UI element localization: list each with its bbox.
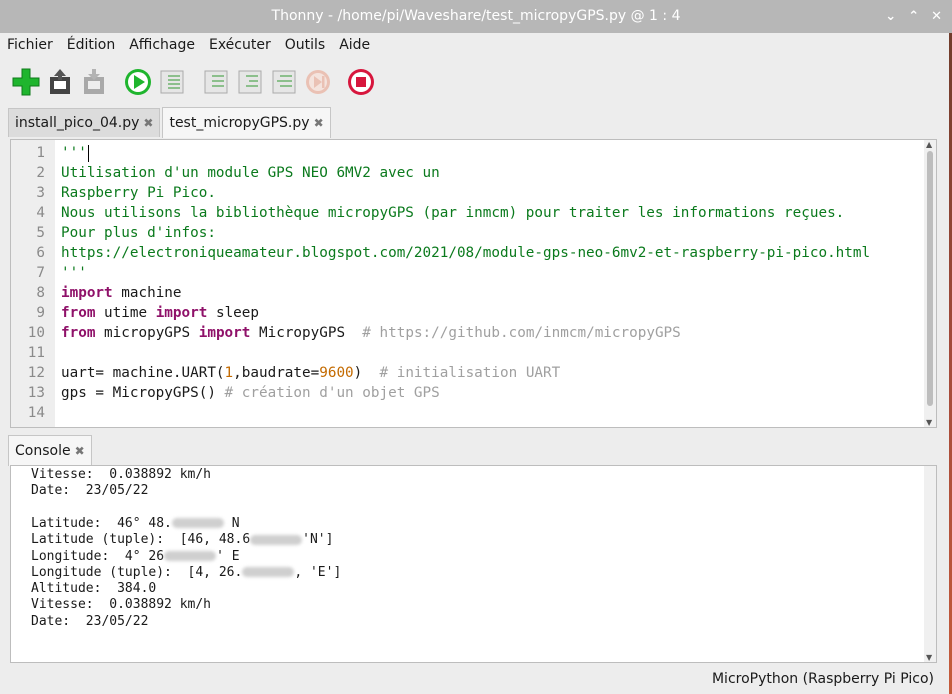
- code-line: Utilisation d'un module GPS NEO 6MV2 ave…: [61, 165, 440, 181]
- resume-icon[interactable]: [302, 66, 334, 98]
- window-title: Thonny - /home/pi/Waveshare/test_micropy…: [271, 8, 681, 24]
- load-file-icon[interactable]: [44, 66, 76, 98]
- scroll-up-icon[interactable]: ▲: [926, 140, 932, 149]
- new-file-icon[interactable]: [10, 66, 42, 98]
- tab-console[interactable]: Console ✖: [8, 435, 92, 466]
- line-number: 9: [36, 305, 45, 321]
- step-over-icon[interactable]: [200, 66, 232, 98]
- toolbar: [0, 62, 952, 102]
- tab-label: test_micropyGPS.py: [169, 115, 310, 131]
- scroll-down-icon[interactable]: ▼: [926, 418, 932, 427]
- line-number: 3: [36, 185, 45, 201]
- redacted-value: [250, 534, 303, 545]
- console-scrollbar[interactable]: ▼: [924, 466, 936, 662]
- code-line: from utime import sleep: [61, 305, 260, 321]
- code-line: gps = MicropyGPS() # création d'un objet…: [61, 385, 440, 401]
- line-number: 10: [27, 325, 45, 341]
- menu-aide[interactable]: Aide: [332, 37, 377, 53]
- stop-icon[interactable]: [345, 66, 377, 98]
- console-line: Vitesse: 0.038892 km/h: [31, 597, 212, 613]
- scroll-down-icon[interactable]: ▼: [926, 653, 932, 662]
- scrollbar-thumb[interactable]: [927, 151, 933, 406]
- menu-outils[interactable]: Outils: [278, 37, 332, 53]
- line-number: 8: [36, 285, 45, 301]
- tab-install-pico[interactable]: install_pico_04.py ✖: [8, 108, 161, 137]
- close-icon[interactable]: ✖: [143, 116, 153, 130]
- console-line: Longitude (tuple): [4, 26., 'E']: [31, 564, 342, 580]
- interpreter-status[interactable]: MicroPython (Raspberry Pi Pico): [712, 669, 934, 689]
- close-icon[interactable]: ✖: [75, 444, 85, 458]
- step-into-icon[interactable]: [234, 66, 266, 98]
- menu-edition[interactable]: Édition: [60, 37, 122, 53]
- line-number: 1: [36, 145, 45, 161]
- menu-fichier[interactable]: Fichier: [0, 37, 60, 53]
- line-number: 5: [36, 225, 45, 241]
- close-icon[interactable]: ✖: [314, 116, 324, 130]
- code-line: ''': [61, 144, 89, 162]
- menu-affichage[interactable]: Affichage: [122, 37, 202, 53]
- console-line: Date: 23/05/22: [31, 613, 149, 629]
- shell-console[interactable]: ▼ Vitesse: 0.038892 km/h Date: 23/05/22 La…: [10, 465, 937, 663]
- text-cursor: [87, 144, 89, 162]
- tab-label: Console: [15, 443, 71, 459]
- console-line: Latitude: 46° 48. N: [31, 515, 240, 531]
- minimize-button[interactable]: ⌄: [885, 0, 896, 33]
- console-line: Longitude: 4° 26 ' E: [31, 548, 240, 564]
- console-line: Altitude: 384.0: [31, 581, 157, 597]
- menu-bar: Fichier Édition Affichage Exécuter Outil…: [0, 33, 952, 57]
- line-number: 7: [36, 265, 45, 281]
- run-icon[interactable]: [122, 66, 154, 98]
- code-line: from micropyGPS import MicropyGPS # http…: [61, 325, 681, 341]
- code-line: ''': [61, 265, 87, 281]
- line-number: 4: [36, 205, 45, 221]
- close-button[interactable]: ✕: [931, 0, 942, 33]
- save-file-icon[interactable]: [78, 66, 110, 98]
- line-number: 12: [27, 365, 45, 381]
- line-number: 14: [27, 405, 45, 421]
- debug-icon[interactable]: [156, 66, 188, 98]
- code-line: import machine: [61, 285, 182, 301]
- editor-scrollbar[interactable]: ▲ ▼: [924, 140, 936, 427]
- redacted-value: [242, 567, 295, 578]
- code-line: Raspberry Pi Pico.: [61, 185, 216, 201]
- console-line: Vitesse: 0.038892 km/h: [31, 467, 212, 482]
- code-editor[interactable]: 1 2 3 4 5 6 7 8 9 10 11 12 13 14 ''' Utilisation d'un …: [10, 139, 937, 428]
- tab-label: install_pico_04.py: [15, 115, 140, 131]
- line-number-gutter: 1 2 3 4 5 6 7 8 9 10 11 12 13 14: [11, 140, 55, 427]
- redacted-value: [171, 518, 224, 529]
- redacted-value: [164, 551, 217, 561]
- window-controls: ⌄ ⌃ ✕: [885, 0, 942, 33]
- code-line: Pour plus d'infos:: [61, 225, 216, 241]
- maximize-button[interactable]: ⌃: [908, 0, 919, 33]
- line-number: 11: [27, 345, 45, 361]
- console-line: Date: 23/05/22: [31, 483, 149, 499]
- line-number: 6: [36, 245, 45, 261]
- console-line: Latitude (tuple): [46, 48.6 'N']: [31, 532, 334, 548]
- code-line: uart= machine.UART(1,baudrate=9600) # in…: [61, 365, 561, 381]
- menu-executer[interactable]: Exécuter: [202, 37, 278, 53]
- code-line: https://electroniqueamateur.blogspot.com…: [61, 245, 871, 261]
- editor-tab-strip: install_pico_04.py ✖ test_micropyGPS.py …: [8, 107, 333, 138]
- line-number: 13: [27, 385, 45, 401]
- title-bar: Thonny - /home/pi/Waveshare/test_micropy…: [0, 0, 952, 33]
- code-line: Nous utilisons la bibliothèque micropyGP…: [61, 205, 845, 221]
- console-tab-strip: Console ✖: [8, 435, 94, 466]
- tab-test-micropygps[interactable]: test_micropyGPS.py ✖: [162, 107, 331, 138]
- step-out-icon[interactable]: [268, 66, 300, 98]
- line-number: 2: [36, 165, 45, 181]
